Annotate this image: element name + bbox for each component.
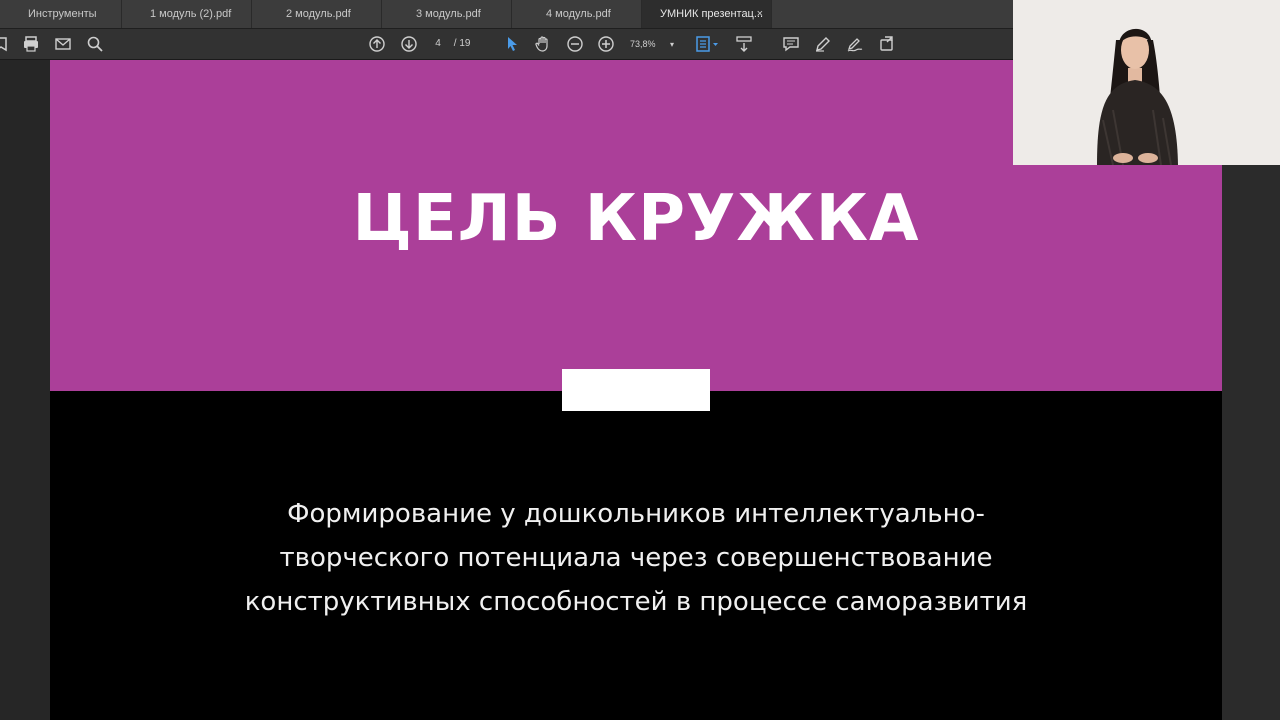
tab-label: 1 модуль (2).pdf	[150, 8, 232, 20]
scroll-mode-icon[interactable]	[735, 35, 753, 53]
bookmark-icon[interactable]	[0, 35, 10, 53]
hand-icon[interactable]	[534, 35, 552, 53]
tab-close-button[interactable]: ×	[757, 0, 763, 28]
page-down-icon[interactable]	[400, 35, 418, 53]
page-up-icon[interactable]	[368, 35, 386, 53]
tab-tools[interactable]: Инструменты	[0, 0, 122, 28]
fit-page-icon[interactable]	[695, 35, 721, 53]
share-icon[interactable]	[878, 35, 896, 53]
webcam-overlay	[1013, 0, 1280, 165]
tab-label: 3 модуль.pdf	[416, 8, 481, 20]
print-icon[interactable]	[22, 35, 40, 53]
tab-module-3[interactable]: 3 модуль.pdf	[382, 0, 512, 28]
slide-body-line: творческого потенциала через совершенств…	[279, 543, 993, 573]
tab-label: 2 модуль.pdf	[286, 8, 351, 20]
zoom-level-select[interactable]: 73,8% ▾	[630, 35, 674, 53]
sign-icon[interactable]	[846, 35, 864, 53]
tab-module-4[interactable]: 4 модуль.pdf	[512, 0, 642, 28]
slide-title: ЦЕЛЬ КРУЖКА	[352, 182, 920, 256]
tab-module-2[interactable]: 2 модуль.pdf	[252, 0, 382, 28]
slide-body-line: конструктивных способностей в процессе с…	[244, 587, 1028, 617]
comment-icon[interactable]	[782, 35, 800, 53]
current-page-input[interactable]: 4	[425, 35, 451, 53]
tab-label: Инструменты	[28, 8, 97, 20]
slide-body-line: Формирование у дошкольников интеллектуал…	[287, 499, 985, 529]
page-indicator: 4 / 19	[425, 35, 470, 53]
slide-body-text: Формирование у дошкольников интеллектуал…	[50, 492, 1222, 624]
zoom-search-icon[interactable]	[86, 35, 104, 53]
left-gutter	[0, 60, 50, 720]
chevron-down-icon: ▾	[670, 40, 675, 49]
presenter-video	[1013, 0, 1280, 165]
highlight-pen-icon[interactable]	[814, 35, 832, 53]
zoom-in-icon[interactable]	[597, 35, 615, 53]
slide-decorative-bar	[562, 369, 710, 411]
zoom-out-icon[interactable]	[566, 35, 584, 53]
tab-module-1[interactable]: 1 модуль (2).pdf	[122, 0, 252, 28]
page-total: / 19	[453, 38, 471, 49]
select-cursor-icon[interactable]	[503, 35, 521, 53]
email-icon[interactable]	[54, 35, 72, 53]
tab-label: УМНИК презентац...	[660, 8, 764, 20]
tab-label: 4 модуль.pdf	[546, 8, 611, 20]
zoom-value: 73,8%	[630, 39, 656, 49]
tab-umnik-presentation[interactable]: УМНИК презентац... ×	[642, 0, 772, 28]
